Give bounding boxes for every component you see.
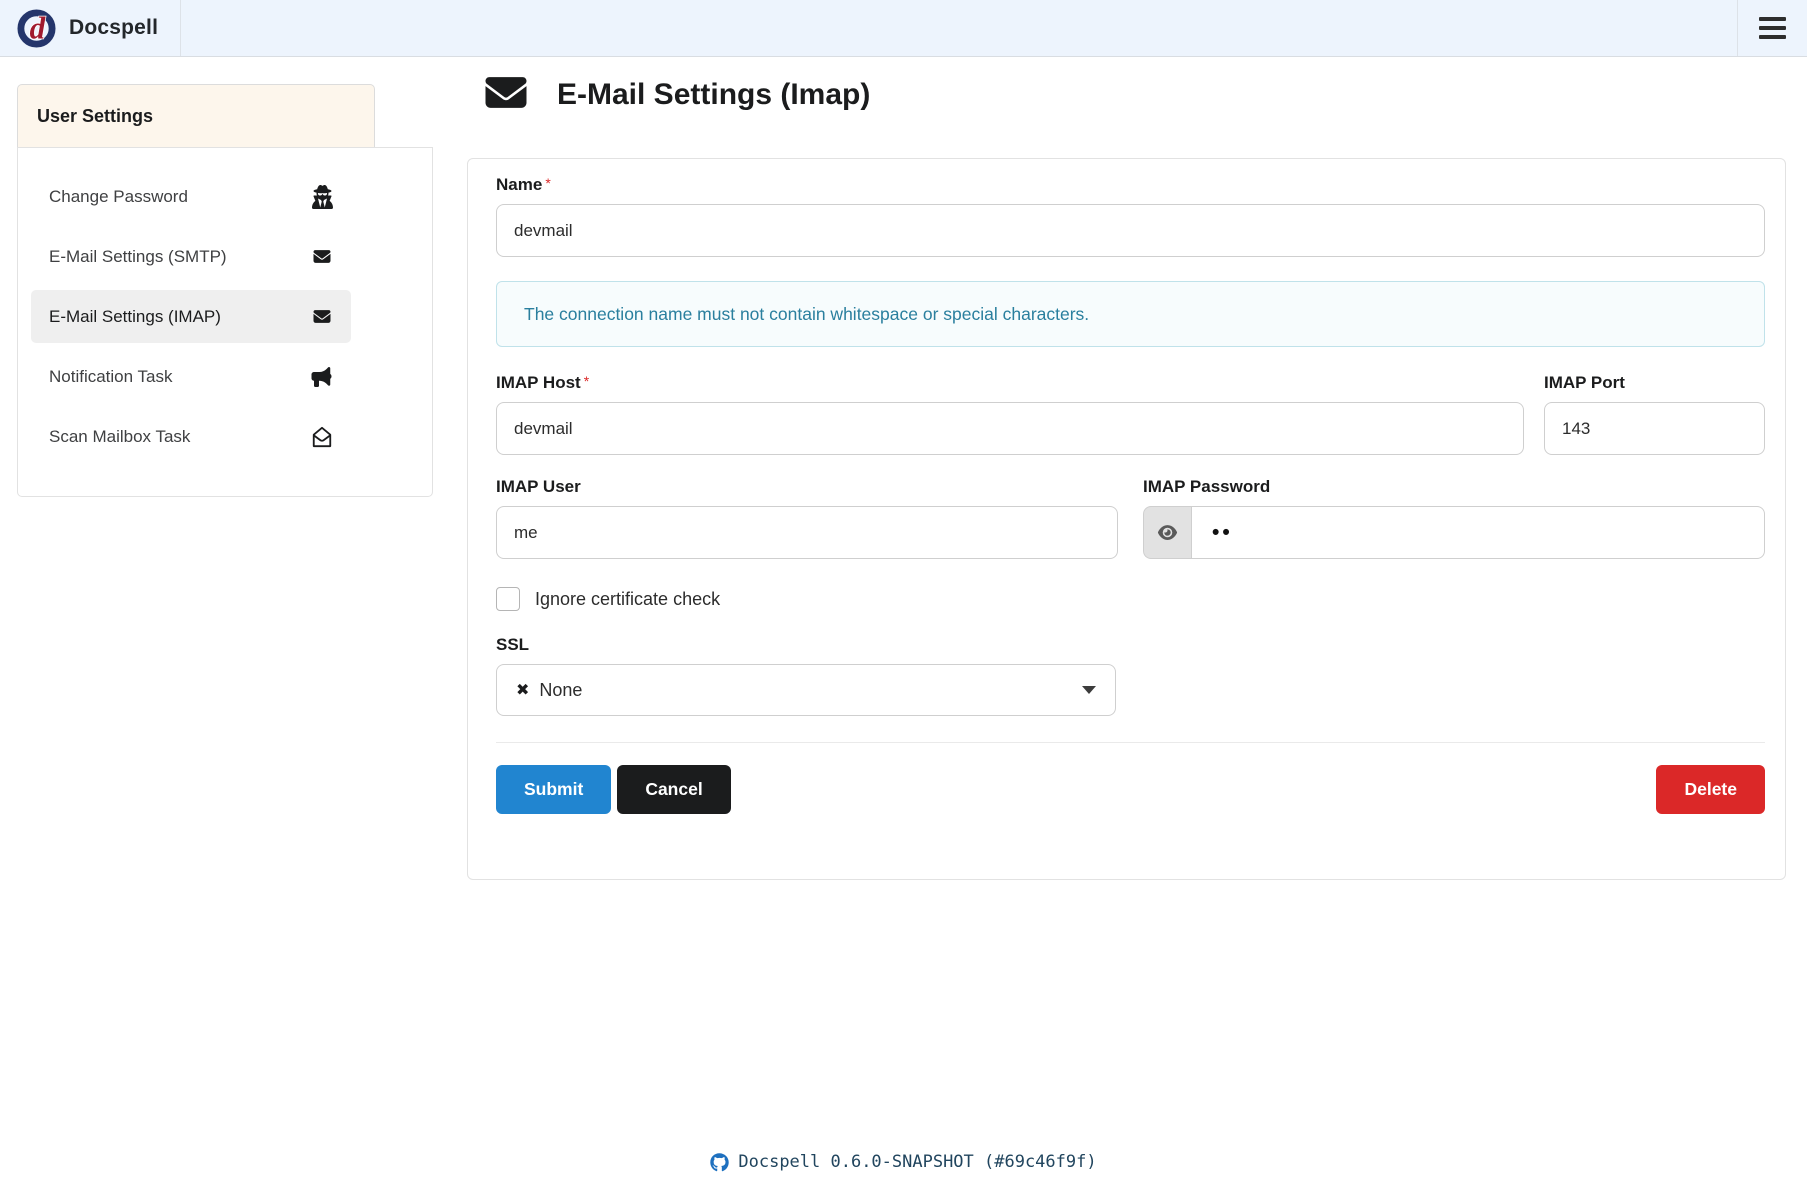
imap-user-label: IMAP User (496, 477, 581, 497)
required-marker: * (545, 175, 550, 191)
imap-host-input[interactable] (496, 402, 1524, 455)
form-divider (496, 742, 1765, 743)
name-label-row: Name* (496, 175, 1765, 195)
ignore-certificate-checkbox[interactable] (496, 587, 520, 611)
required-marker: * (584, 373, 589, 389)
top-navbar: d Docspell (0, 0, 1807, 57)
bullhorn-icon (310, 367, 333, 387)
ssl-label: SSL (496, 635, 529, 655)
docspell-logo-icon: d (17, 9, 56, 48)
envelope-open-icon (311, 425, 333, 449)
imap-port-label: IMAP Port (1544, 373, 1625, 393)
page-title: E-Mail Settings (Imap) (557, 78, 870, 112)
cancel-button[interactable]: Cancel (617, 765, 730, 814)
imap-password-label: IMAP Password (1143, 477, 1270, 497)
sidebar-item-label: Scan Mailbox Task (49, 427, 190, 447)
sidebar-title: User Settings (17, 84, 375, 148)
ignore-certificate-label: Ignore certificate check (535, 589, 720, 610)
sidebar-menu: Change Password E-Mail Settings (SMTP) E… (17, 147, 433, 497)
sidebar-item-change-password[interactable]: Change Password (31, 170, 351, 223)
envelope-icon (311, 248, 333, 265)
ssl-selected-value: None (539, 680, 582, 701)
imap-port-input[interactable] (1544, 402, 1765, 455)
brand-home-link[interactable]: d Docspell (0, 0, 181, 56)
hamburger-icon (1759, 17, 1786, 21)
sidebar-item-label: Notification Task (49, 367, 172, 387)
submit-button[interactable]: Submit (496, 765, 611, 814)
sidebar-item-email-settings-smtp[interactable]: E-Mail Settings (SMTP) (31, 230, 351, 283)
version-text: Docspell 0.6.0-SNAPSHOT (#69c46f9f) (738, 1152, 1096, 1172)
ssl-dropdown[interactable]: ✖ None (496, 664, 1116, 716)
sidebar-item-scan-mailbox-task[interactable]: Scan Mailbox Task (31, 410, 351, 463)
envelope-icon (311, 308, 333, 325)
sidebar-item-label: E-Mail Settings (SMTP) (49, 247, 227, 267)
info-message-text: The connection name must not contain whi… (524, 304, 1089, 325)
clear-icon[interactable]: ✖ (516, 680, 529, 700)
user-secret-icon (312, 185, 333, 209)
imap-host-label: IMAP Host (496, 373, 581, 393)
imap-settings-form: Name* The connection name must not conta… (467, 158, 1786, 880)
chevron-down-icon (1082, 686, 1096, 694)
imap-host-label-row: IMAP Host* (496, 373, 1524, 393)
info-message: The connection name must not contain whi… (496, 281, 1765, 347)
svg-text:d: d (30, 10, 46, 45)
github-icon (710, 1153, 729, 1172)
ignore-certificate-checkbox-row[interactable]: Ignore certificate check (496, 587, 1765, 611)
delete-button[interactable]: Delete (1656, 765, 1765, 814)
sidebar-item-notification-task[interactable]: Notification Task (31, 350, 351, 403)
hamburger-menu-button[interactable] (1737, 0, 1807, 56)
name-input[interactable] (496, 204, 1765, 257)
navbar-spacer (181, 0, 1737, 56)
app-window: d Docspell User Settings Change Password… (0, 0, 1807, 1188)
sidebar-item-label: E-Mail Settings (IMAP) (49, 307, 221, 327)
github-version-link[interactable]: Docspell 0.6.0-SNAPSHOT (#69c46f9f) (710, 1152, 1096, 1172)
page-header: E-Mail Settings (Imap) (480, 72, 870, 118)
imap-password-input[interactable] (1191, 506, 1765, 559)
sidebar-item-label: Change Password (49, 187, 188, 207)
hamburger-icon (1759, 35, 1786, 39)
eye-icon (1157, 524, 1178, 541)
brand-title: Docspell (69, 16, 158, 40)
sidebar-item-email-settings-imap[interactable]: E-Mail Settings (IMAP) (31, 290, 351, 343)
hamburger-icon (1759, 26, 1786, 30)
envelope-icon (480, 72, 532, 118)
app-footer: Docspell 0.6.0-SNAPSHOT (#69c46f9f) (0, 1152, 1807, 1172)
imap-user-input[interactable] (496, 506, 1118, 559)
name-label: Name (496, 175, 542, 195)
toggle-password-visibility-button[interactable] (1143, 506, 1191, 559)
